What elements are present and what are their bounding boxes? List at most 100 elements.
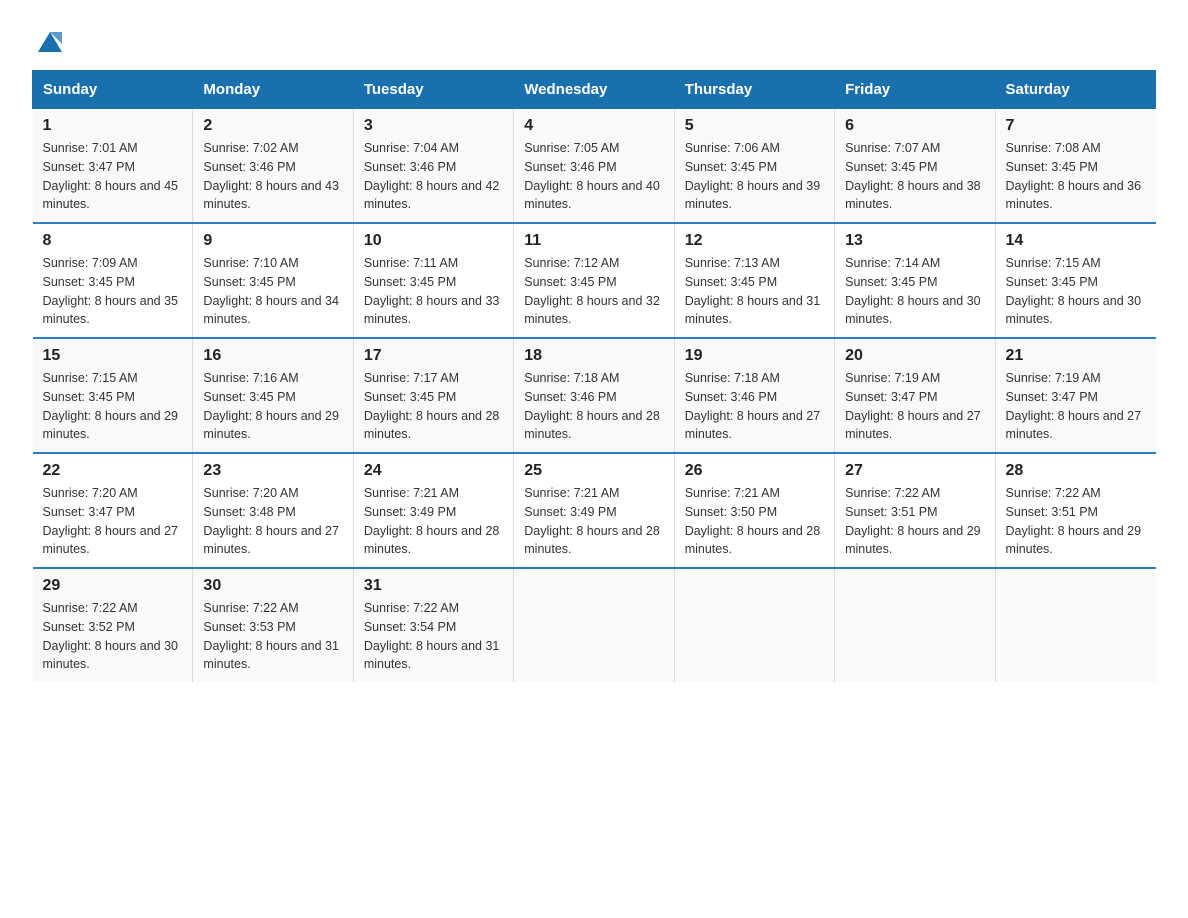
calendar-cell: 4Sunrise: 7:05 AMSunset: 3:46 PMDaylight…: [514, 109, 674, 224]
calendar-week-row: 22 Sunrise: 7:20 AMSunset: 3:47 PMDayligh…: [33, 453, 1156, 568]
calendar-table: SundayMondayTuesdayWednesdayThursdayFrid…: [32, 70, 1156, 682]
day-number: 7: [1006, 117, 1146, 135]
day-number: 22: [43, 462, 183, 480]
column-header-thursday: Thursday: [674, 71, 834, 109]
calendar-header-row: SundayMondayTuesdayWednesdayThursdayFrid…: [33, 71, 1156, 109]
day-number: 13: [845, 232, 984, 250]
calendar-cell: 27 Sunrise: 7:22 AMSunset: 3:51 PMDayligh…: [835, 453, 995, 568]
column-header-saturday: Saturday: [995, 71, 1155, 109]
calendar-cell: 26 Sunrise: 7:21 AMSunset: 3:50 PMDayligh…: [674, 453, 834, 568]
day-info: Sunrise: 7:21 AMSunset: 3:50 PMDaylight:…: [685, 484, 824, 559]
day-number: 24: [364, 462, 503, 480]
calendar-cell: 10 Sunrise: 7:11 AMSunset: 3:45 PMDayligh…: [353, 223, 513, 338]
day-number: 30: [203, 577, 342, 595]
calendar-cell: 15Sunrise: 7:15 AMSunset: 3:45 PMDayligh…: [33, 338, 193, 453]
calendar-week-row: 8 Sunrise: 7:09 AMSunset: 3:45 PMDaylight…: [33, 223, 1156, 338]
day-number: 5: [685, 117, 824, 135]
day-info: Sunrise: 7:08 AMSunset: 3:45 PMDaylight:…: [1006, 139, 1146, 214]
logo: [32, 24, 66, 50]
day-info: Sunrise: 7:16 AMSunset: 3:45 PMDaylight:…: [203, 369, 342, 444]
day-number: 28: [1006, 462, 1146, 480]
day-info: Sunrise: 7:06 AMSunset: 3:45 PMDaylight:…: [685, 139, 824, 214]
calendar-week-row: 29Sunrise: 7:22 AMSunset: 3:52 PMDayligh…: [33, 568, 1156, 682]
calendar-cell: [674, 568, 834, 682]
day-number: 25: [524, 462, 663, 480]
day-info: Sunrise: 7:01 AMSunset: 3:47 PMDaylight:…: [43, 139, 183, 214]
day-info: Sunrise: 7:22 AMSunset: 3:54 PMDaylight:…: [364, 599, 503, 674]
column-header-friday: Friday: [835, 71, 995, 109]
day-info: Sunrise: 7:21 AMSunset: 3:49 PMDaylight:…: [364, 484, 503, 559]
day-info: Sunrise: 7:13 AMSunset: 3:45 PMDaylight:…: [685, 254, 824, 329]
day-number: 3: [364, 117, 503, 135]
day-number: 16: [203, 347, 342, 365]
day-number: 31: [364, 577, 503, 595]
day-info: Sunrise: 7:20 AMSunset: 3:48 PMDaylight:…: [203, 484, 342, 559]
day-info: Sunrise: 7:21 AMSunset: 3:49 PMDaylight:…: [524, 484, 663, 559]
day-number: 18: [524, 347, 663, 365]
column-header-sunday: Sunday: [33, 71, 193, 109]
day-number: 26: [685, 462, 824, 480]
day-number: 11: [524, 232, 663, 250]
day-info: Sunrise: 7:22 AMSunset: 3:51 PMDaylight:…: [845, 484, 984, 559]
day-number: 29: [43, 577, 183, 595]
day-info: Sunrise: 7:22 AMSunset: 3:53 PMDaylight:…: [203, 599, 342, 674]
logo-icon: [34, 24, 66, 56]
day-number: 27: [845, 462, 984, 480]
calendar-cell: 20 Sunrise: 7:19 AMSunset: 3:47 PMDayligh…: [835, 338, 995, 453]
day-info: Sunrise: 7:19 AMSunset: 3:47 PMDaylight:…: [1006, 369, 1146, 444]
calendar-cell: 7 Sunrise: 7:08 AMSunset: 3:45 PMDaylight…: [995, 109, 1155, 224]
calendar-cell: 21 Sunrise: 7:19 AMSunset: 3:47 PMDayligh…: [995, 338, 1155, 453]
day-number: 10: [364, 232, 503, 250]
calendar-cell: 19 Sunrise: 7:18 AMSunset: 3:46 PMDayligh…: [674, 338, 834, 453]
day-info: Sunrise: 7:17 AMSunset: 3:45 PMDaylight:…: [364, 369, 503, 444]
calendar-cell: 18 Sunrise: 7:18 AMSunset: 3:46 PMDayligh…: [514, 338, 674, 453]
day-number: 4: [524, 117, 663, 135]
column-header-tuesday: Tuesday: [353, 71, 513, 109]
calendar-cell: 28 Sunrise: 7:22 AMSunset: 3:51 PMDayligh…: [995, 453, 1155, 568]
calendar-cell: 2Sunrise: 7:02 AMSunset: 3:46 PMDaylight…: [193, 109, 353, 224]
day-info: Sunrise: 7:18 AMSunset: 3:46 PMDaylight:…: [685, 369, 824, 444]
calendar-cell: 30 Sunrise: 7:22 AMSunset: 3:53 PMDayligh…: [193, 568, 353, 682]
day-number: 21: [1006, 347, 1146, 365]
day-info: Sunrise: 7:15 AMSunset: 3:45 PMDaylight:…: [1006, 254, 1146, 329]
day-info: Sunrise: 7:22 AMSunset: 3:51 PMDaylight:…: [1006, 484, 1146, 559]
day-info: Sunrise: 7:09 AMSunset: 3:45 PMDaylight:…: [43, 254, 183, 329]
day-number: 17: [364, 347, 503, 365]
day-number: 23: [203, 462, 342, 480]
day-number: 6: [845, 117, 984, 135]
calendar-cell: 29Sunrise: 7:22 AMSunset: 3:52 PMDayligh…: [33, 568, 193, 682]
day-info: Sunrise: 7:14 AMSunset: 3:45 PMDaylight:…: [845, 254, 984, 329]
day-info: Sunrise: 7:20 AMSunset: 3:47 PMDaylight:…: [43, 484, 183, 559]
day-number: 1: [43, 117, 183, 135]
day-number: 14: [1006, 232, 1146, 250]
day-number: 12: [685, 232, 824, 250]
calendar-cell: 23 Sunrise: 7:20 AMSunset: 3:48 PMDayligh…: [193, 453, 353, 568]
calendar-cell: 12 Sunrise: 7:13 AMSunset: 3:45 PMDayligh…: [674, 223, 834, 338]
calendar-cell: [514, 568, 674, 682]
day-number: 9: [203, 232, 342, 250]
calendar-cell: 9Sunrise: 7:10 AMSunset: 3:45 PMDaylight…: [193, 223, 353, 338]
day-info: Sunrise: 7:11 AMSunset: 3:45 PMDaylight:…: [364, 254, 503, 329]
day-number: 20: [845, 347, 984, 365]
calendar-cell: [835, 568, 995, 682]
day-number: 2: [203, 117, 342, 135]
column-header-monday: Monday: [193, 71, 353, 109]
day-info: Sunrise: 7:15 AMSunset: 3:45 PMDaylight:…: [43, 369, 183, 444]
calendar-week-row: 15Sunrise: 7:15 AMSunset: 3:45 PMDayligh…: [33, 338, 1156, 453]
day-info: Sunrise: 7:04 AMSunset: 3:46 PMDaylight:…: [364, 139, 503, 214]
calendar-cell: 16 Sunrise: 7:16 AMSunset: 3:45 PMDayligh…: [193, 338, 353, 453]
day-info: Sunrise: 7:19 AMSunset: 3:47 PMDaylight:…: [845, 369, 984, 444]
day-info: Sunrise: 7:12 AMSunset: 3:45 PMDaylight:…: [524, 254, 663, 329]
calendar-cell: 11 Sunrise: 7:12 AMSunset: 3:45 PMDayligh…: [514, 223, 674, 338]
day-number: 19: [685, 347, 824, 365]
calendar-cell: 6Sunrise: 7:07 AMSunset: 3:45 PMDaylight…: [835, 109, 995, 224]
calendar-cell: 22 Sunrise: 7:20 AMSunset: 3:47 PMDayligh…: [33, 453, 193, 568]
calendar-cell: 24 Sunrise: 7:21 AMSunset: 3:49 PMDayligh…: [353, 453, 513, 568]
calendar-cell: 3 Sunrise: 7:04 AMSunset: 3:46 PMDaylight…: [353, 109, 513, 224]
calendar-cell: 17 Sunrise: 7:17 AMSunset: 3:45 PMDayligh…: [353, 338, 513, 453]
page-header: [32, 24, 1156, 50]
calendar-cell: 5 Sunrise: 7:06 AMSunset: 3:45 PMDaylight…: [674, 109, 834, 224]
day-number: 8: [43, 232, 183, 250]
calendar-week-row: 1 Sunrise: 7:01 AMSunset: 3:47 PMDaylight…: [33, 109, 1156, 224]
day-info: Sunrise: 7:18 AMSunset: 3:46 PMDaylight:…: [524, 369, 663, 444]
